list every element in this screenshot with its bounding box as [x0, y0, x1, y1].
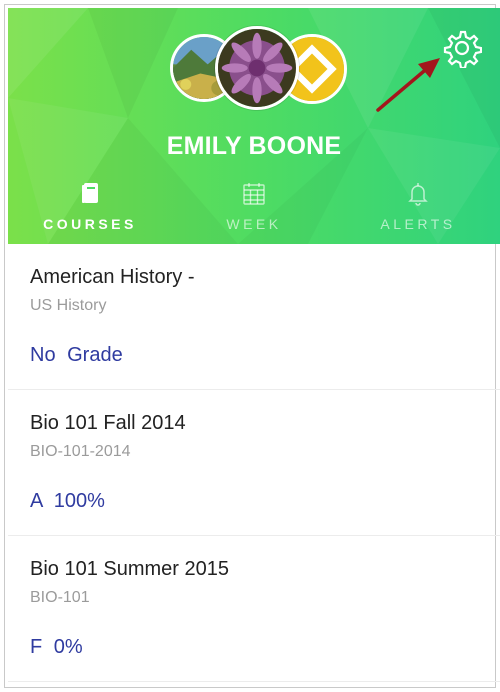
- course-list: American History - US History No Grade B…: [8, 244, 500, 682]
- tab-alerts[interactable]: ALERTS: [336, 180, 500, 244]
- course-title: Bio 101 Fall 2014: [30, 412, 186, 434]
- course-item[interactable]: American History - US History No Grade: [8, 244, 500, 390]
- course-code: BIO-101-2014: [30, 443, 131, 460]
- tab-courses-label: COURSES: [43, 216, 137, 232]
- course-grade: No Grade: [30, 344, 123, 366]
- course-title: American History -: [30, 266, 195, 288]
- settings-gear-icon[interactable]: [442, 28, 483, 70]
- profile-header: EMILY BOONE COURSES WEEK ALERTS: [8, 8, 500, 244]
- course-item[interactable]: Bio 101 Fall 2014 BIO-101-2014 A 100%: [8, 390, 500, 536]
- tab-week-label: WEEK: [226, 216, 282, 232]
- bell-icon: [408, 183, 428, 206]
- tab-week[interactable]: WEEK: [172, 180, 336, 244]
- course-avatar-flower: [215, 26, 299, 110]
- course-code: BIO-101: [30, 589, 90, 606]
- course-item[interactable]: Bio 101 Summer 2015 BIO-101 F 0%: [8, 536, 500, 682]
- tab-alerts-label: ALERTS: [380, 216, 456, 232]
- tab-courses[interactable]: COURSES: [8, 180, 172, 244]
- tab-bar: COURSES WEEK ALERTS: [8, 180, 500, 244]
- book-icon: [82, 183, 98, 203]
- course-grade: A 100%: [30, 490, 105, 512]
- course-code: US History: [30, 297, 107, 314]
- profile-name: EMILY BOONE: [166, 132, 342, 160]
- course-title: Bio 101 Summer 2015: [30, 558, 230, 580]
- calendar-icon: [243, 183, 265, 205]
- course-grade: F 0%: [30, 636, 83, 658]
